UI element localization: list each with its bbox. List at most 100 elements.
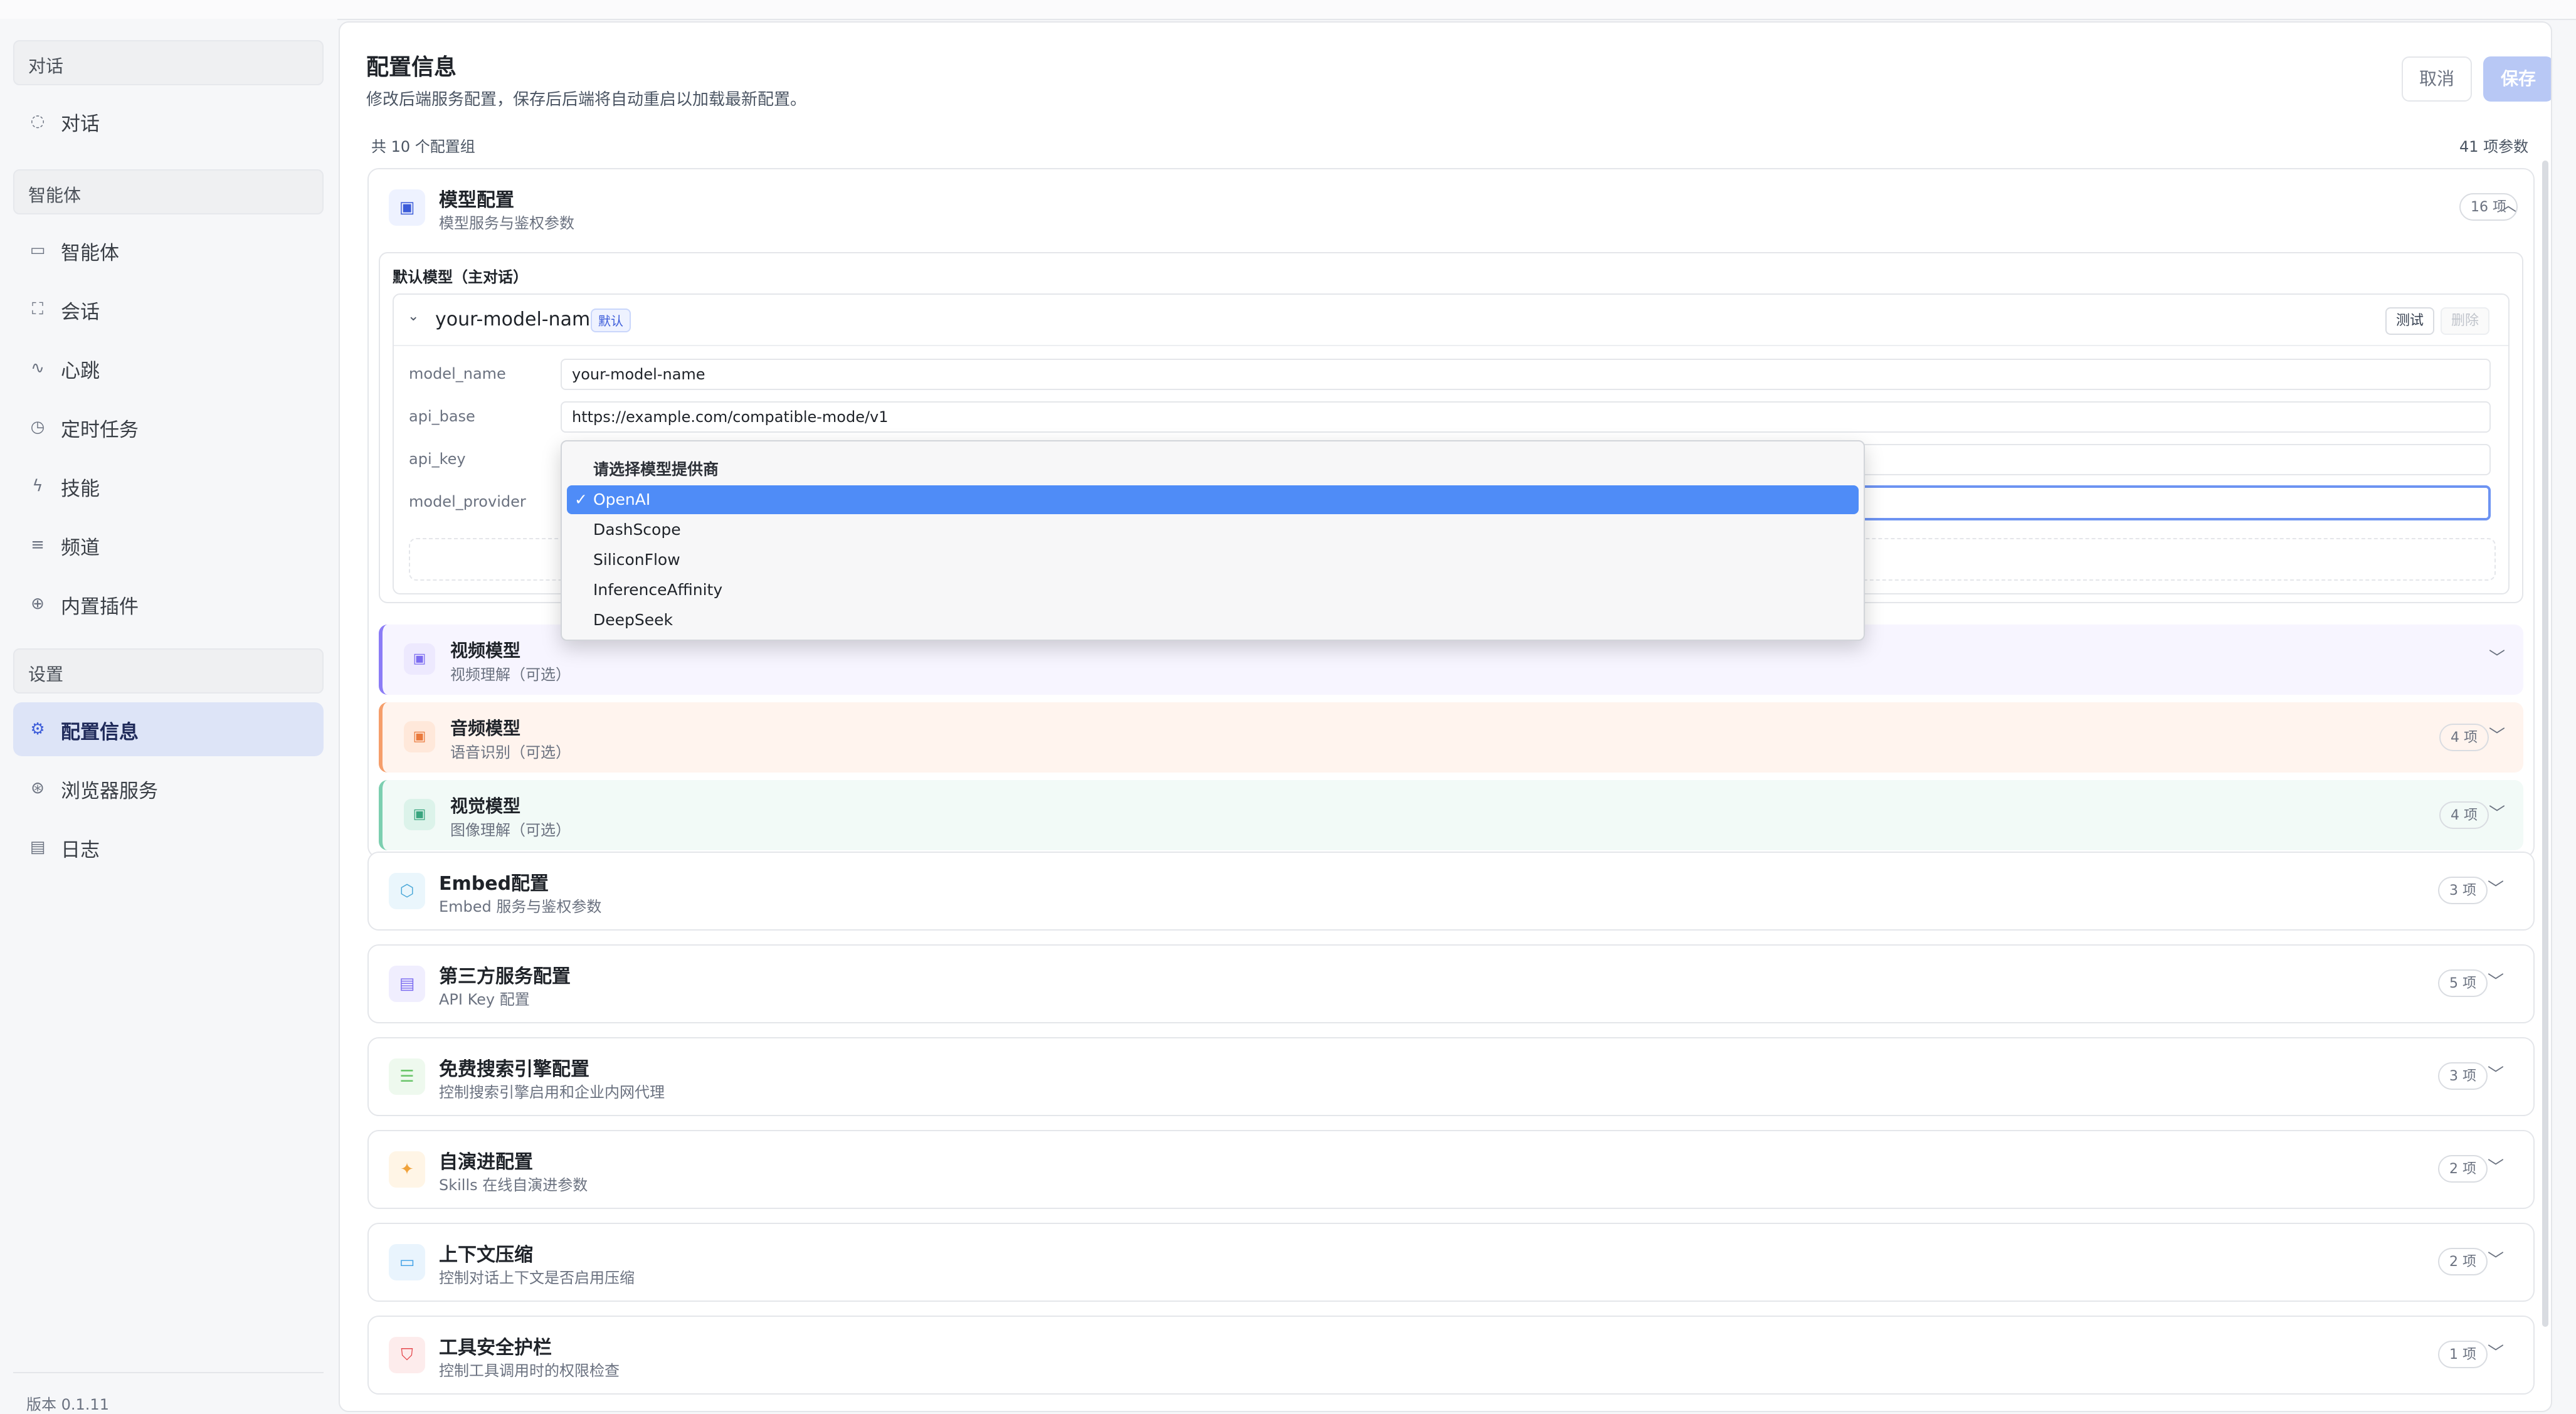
pulse-icon: ∿	[31, 359, 45, 377]
cancel-button[interactable]: 取消	[2402, 56, 2472, 102]
chevron-down-icon[interactable]: ﹀	[2483, 645, 2511, 672]
chevron-down-icon[interactable]: ﹀	[2483, 800, 2511, 828]
section-desc: 图像理解（可选）	[450, 821, 571, 839]
robot-icon: ▣	[404, 799, 435, 830]
section-title: 音频模型	[450, 718, 521, 739]
sidebar-item-config[interactable]: ⚙ 配置信息	[13, 702, 324, 756]
count-badge: 2 项	[2438, 1248, 2488, 1275]
section-title: 上下文压缩	[439, 1244, 533, 1266]
sidebar-item-chat[interactable]: ◌ 对话	[13, 94, 324, 148]
list-check-icon: ☰	[389, 1058, 425, 1095]
section-tool-guardrail[interactable]: ⛉ 工具安全护栏 控制工具调用时的权限检查 1 项 ﹀	[367, 1316, 2535, 1395]
section-self-evolution-config[interactable]: ✦ 自演进配置 Skills 在线自演进参数 2 项 ﹀	[367, 1130, 2535, 1209]
top-bar	[0, 0, 2576, 20]
plus-circle-icon: ⊕	[31, 594, 45, 613]
model-name-input[interactable]: your-model-name	[561, 359, 2491, 390]
chevron-down-icon[interactable]: ﹀	[2482, 1247, 2510, 1274]
section-title: 视觉模型	[450, 796, 521, 816]
field-label-api-key: api_key	[409, 450, 466, 468]
chevron-down-icon[interactable]: ﹀	[2482, 1339, 2510, 1367]
field-label-model-provider: model_provider	[409, 493, 526, 510]
group-count: 共 10 个配置组	[371, 138, 475, 156]
session-scan-icon: ⛶	[31, 300, 44, 319]
section-third-party-config[interactable]: ▤ 第三方服务配置 API Key 配置 5 项 ﹀	[367, 944, 2535, 1023]
robot-icon: ▣	[404, 721, 435, 752]
robot-icon: ▣	[404, 643, 435, 675]
section-desc: 控制对话上下文是否启用压缩	[439, 1269, 635, 1287]
chevron-down-icon[interactable]: ﹀	[2483, 722, 2511, 750]
default-model-label: 默认模型（主对话）	[393, 268, 528, 286]
section-search-engine-config[interactable]: ☰ 免费搜索引擎配置 控制搜索引擎启用和企业内网代理 3 项 ﹀	[367, 1037, 2535, 1116]
sparkle-icon: ✦	[389, 1151, 425, 1188]
sidebar-divider	[13, 1372, 324, 1373]
dropdown-option-dashscope[interactable]: DashScope	[567, 515, 1859, 544]
section-desc: 语音识别（可选）	[450, 744, 571, 761]
gear-icon: ⚙	[30, 720, 45, 739]
sidebar-item-skills[interactable]: ϟ 技能	[13, 459, 324, 513]
count-badge: 3 项	[2438, 1062, 2488, 1090]
count-badge: 3 项	[2438, 877, 2488, 904]
chevron-up-icon[interactable]: ︿	[2494, 192, 2522, 219]
section-desc: 控制工具调用时的权限检查	[439, 1362, 620, 1380]
scrollbar[interactable]	[2542, 161, 2548, 1327]
section-desc: 视频理解（可选）	[450, 666, 571, 683]
section-title: 自演进配置	[439, 1151, 533, 1173]
sidebar-item-browser-service[interactable]: ⊛ 浏览器服务	[13, 761, 324, 815]
sidebar-item-logs[interactable]: ▤ 日志	[13, 820, 324, 874]
dropdown-option-deepseek[interactable]: DeepSeek	[567, 606, 1859, 635]
dropdown-option-inferenceaffinity[interactable]: InferenceAffinity	[567, 576, 1859, 604]
section-desc: 控制搜索引擎启用和企业内网代理	[439, 1084, 665, 1101]
sidebar-item-label: 配置信息	[61, 721, 139, 744]
dropdown-option-openai[interactable]: ✓ OpenAI	[567, 485, 1859, 514]
robot-icon: ▣	[389, 189, 425, 226]
sidebar-item-session[interactable]: ⛶ 会话	[13, 282, 324, 336]
section-title: 免费搜索引擎配置	[439, 1058, 589, 1080]
sidebar-item-scheduled-tasks[interactable]: ◷ 定时任务	[13, 400, 324, 454]
document-icon: ▤	[29, 838, 46, 857]
field-label-model-name: model_name	[409, 365, 506, 383]
subsection-vision-model[interactable]: ▣ 视觉模型 图像理解（可选） 4 项 ﹀	[379, 780, 2523, 850]
sidebar-group-agent: 智能体	[13, 169, 324, 214]
sidebar-item-label: 定时任务	[61, 419, 139, 441]
default-tag: 默认	[591, 309, 631, 332]
model-name: your-model-name	[435, 309, 602, 330]
page-subtitle: 修改后端服务配置，保存后后端将自动重启以加载最新配置。	[366, 90, 807, 109]
sidebar-item-agent[interactable]: ▭ 智能体	[13, 223, 324, 277]
delete-button[interactable]: 删除	[2441, 307, 2489, 335]
chevron-down-icon[interactable]: ﹀	[2482, 1061, 2510, 1089]
dropdown-option-siliconflow[interactable]: SiliconFlow	[567, 546, 1859, 574]
dropdown-placeholder-option[interactable]: 请选择模型提供商	[567, 455, 1859, 484]
chevron-down-icon[interactable]: ⌄	[408, 309, 419, 324]
list-icon: ≡	[31, 536, 45, 554]
section-title: 第三方服务配置	[439, 966, 571, 988]
monitor-icon: ▭	[29, 241, 46, 260]
model-card-header[interactable]: ⌄ your-model-name 默认 测试 删除	[394, 295, 2508, 346]
subsection-audio-model[interactable]: ▣ 音频模型 语音识别（可选） 4 项 ﹀	[379, 702, 2523, 773]
sidebar-group-settings: 设置	[13, 648, 324, 694]
save-button[interactable]: 保存	[2483, 56, 2551, 102]
count-badge: 1 项	[2438, 1341, 2488, 1368]
count-badge: 4 项	[2439, 724, 2489, 751]
config-panel: 配置信息 修改后端服务配置，保存后后端将自动重启以加载最新配置。 取消 保存 共…	[339, 21, 2552, 1412]
test-button[interactable]: 测试	[2385, 307, 2434, 335]
count-badge: 2 项	[2438, 1155, 2488, 1183]
chat-bubble-icon: ◌	[30, 112, 45, 130]
clock-icon: ◷	[30, 418, 45, 436]
shield-icon: ⛉	[389, 1337, 425, 1373]
monitor-icon: ▭	[389, 1244, 425, 1280]
section-context-compression[interactable]: ▭ 上下文压缩 控制对话上下文是否启用压缩 2 项 ﹀	[367, 1223, 2535, 1302]
sidebar: 对话 ◌ 对话 智能体 ▭ 智能体 ⛶ 会话 ∿ 心跳 ◷ 定时任务 ϟ 技能 …	[0, 19, 337, 1413]
chevron-down-icon[interactable]: ﹀	[2482, 1154, 2510, 1181]
message-card-icon: ▤	[389, 966, 425, 1002]
section-title: 视频模型	[450, 640, 521, 661]
sidebar-item-heartbeat[interactable]: ∿ 心跳	[13, 341, 324, 395]
api-base-input[interactable]: https://example.com/compatible-mode/v1	[561, 401, 2491, 433]
version-label: 版本 0.1.11	[26, 1396, 109, 1413]
chevron-down-icon[interactable]: ﹀	[2482, 968, 2510, 996]
section-embed-config[interactable]: ⬡ Embed配置 Embed 服务与鉴权参数 3 项 ﹀	[367, 852, 2535, 931]
chevron-down-icon[interactable]: ﹀	[2482, 875, 2510, 903]
sidebar-item-label: 频道	[61, 537, 100, 559]
section-desc: 模型服务与鉴权参数	[439, 214, 574, 232]
sidebar-item-channels[interactable]: ≡ 频道	[13, 518, 324, 572]
sidebar-item-builtin-plugins[interactable]: ⊕ 内置插件	[13, 577, 324, 631]
